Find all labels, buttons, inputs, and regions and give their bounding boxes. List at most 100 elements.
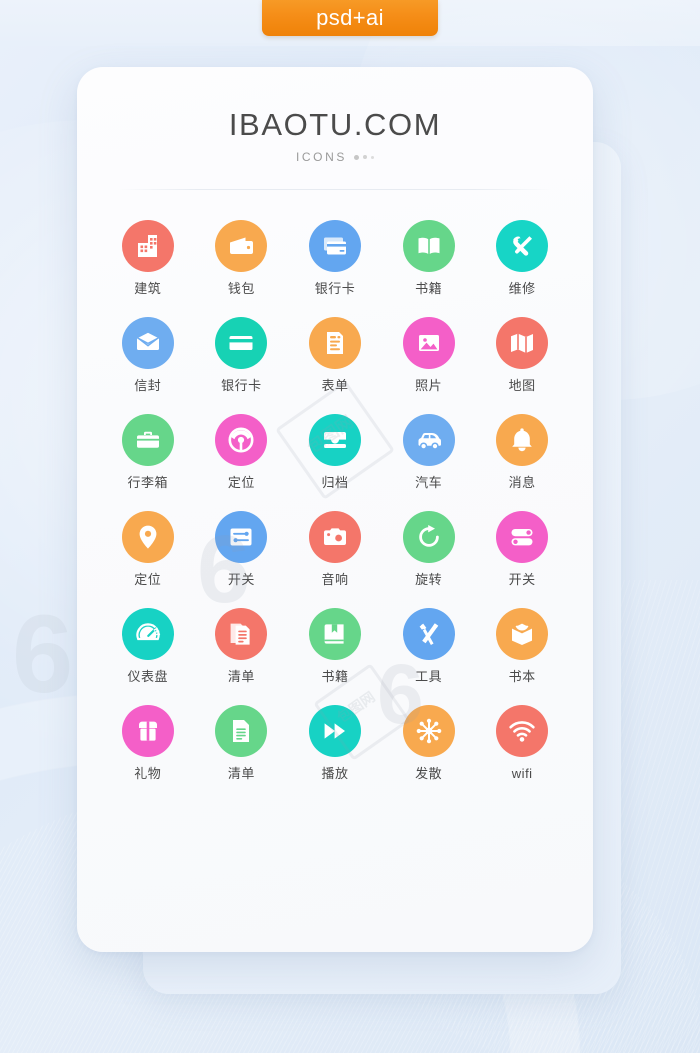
card-header: IBAOTU.COM ICONS (77, 67, 593, 163)
page-title: IBAOTU.COM (228, 107, 442, 142)
icon-label: 旋转 (415, 572, 443, 587)
icon-cell[interactable]: 定位 (195, 414, 289, 489)
icon-label: 地图 (508, 378, 536, 393)
icon-cell[interactable]: 银行卡 (288, 220, 382, 295)
icon-circle[interactable] (121, 414, 174, 466)
icon-circle[interactable] (215, 220, 268, 272)
icon-circle[interactable] (215, 608, 268, 660)
icon-cell[interactable]: 行李箱 (101, 414, 195, 489)
icon-label: 归档 (321, 475, 349, 490)
watermark-bg-mark: 6 (12, 593, 74, 716)
icon-cell[interactable]: 清单 (195, 705, 289, 780)
icon-label: 礼物 (134, 766, 162, 781)
icon-label: 书籍 (415, 281, 443, 296)
icon-circle[interactable] (121, 220, 174, 272)
icon-circle[interactable] (215, 511, 268, 563)
icon-circle[interactable] (402, 317, 455, 369)
icon-circle[interactable] (496, 220, 549, 272)
icon-cell[interactable]: 银行卡 (195, 317, 289, 392)
header-divider (118, 189, 552, 190)
icon-circle[interactable] (308, 220, 361, 272)
icon-cell[interactable]: 地图 (475, 317, 569, 392)
icon-cell[interactable]: 播放 (288, 705, 382, 780)
network-hub-icon (416, 718, 441, 744)
icon-cell[interactable]: 汽车 (382, 414, 476, 489)
icon-circle[interactable] (215, 705, 268, 757)
icon-circle[interactable] (496, 511, 549, 563)
icon-circle[interactable] (496, 414, 549, 466)
icon-label: 汽车 (415, 475, 443, 490)
icon-cell[interactable]: 消息 (475, 414, 569, 489)
icon-label: 开关 (508, 572, 536, 587)
icon-cell[interactable]: 书籍 (288, 608, 382, 683)
icon-cell[interactable]: 维修 (475, 220, 569, 295)
icon-circle[interactable] (402, 608, 455, 660)
icon-cell[interactable]: 礼物 (101, 705, 195, 780)
icon-cell[interactable]: 书本 (475, 608, 569, 683)
icon-cell[interactable]: 表单 (288, 317, 382, 392)
icon-circle[interactable] (308, 705, 361, 757)
bell-icon (512, 428, 532, 452)
map-icon (511, 333, 534, 353)
icon-circle[interactable] (402, 220, 455, 272)
steering-wheel-icon (228, 427, 254, 453)
icon-label: 银行卡 (314, 281, 356, 296)
icon-circle[interactable] (308, 317, 361, 369)
icon-cell[interactable]: wifi (475, 705, 569, 780)
icon-circle[interactable] (402, 511, 455, 563)
icon-label: 发散 (415, 766, 443, 781)
camera-icon (323, 528, 346, 545)
icon-label: 消息 (508, 475, 536, 490)
icon-circle[interactable] (215, 414, 268, 466)
icon-cell[interactable]: 旋转 (382, 511, 476, 586)
icon-cell[interactable]: 建筑 (101, 220, 195, 295)
icon-circle[interactable] (121, 511, 174, 563)
icon-cell[interactable]: 定位 (101, 511, 195, 586)
icon-label: 照片 (415, 378, 443, 393)
icon-circle[interactable] (496, 608, 549, 660)
icon-cell[interactable]: 信封 (101, 317, 195, 392)
icon-label: wifi (511, 766, 533, 781)
icon-label: 播放 (321, 766, 349, 781)
icon-circle[interactable] (308, 608, 361, 660)
icon-cell[interactable]: 开关 (475, 511, 569, 586)
icon-label: 定位 (134, 572, 162, 587)
psd-ai-badge[interactable]: psd+ai (262, 0, 438, 36)
credit-card-icon (323, 237, 346, 255)
icon-cell[interactable]: 清单 (195, 608, 289, 683)
icon-cell[interactable]: 开关 (195, 511, 289, 586)
book-cover-icon (512, 623, 533, 645)
icon-cell[interactable]: 照片 (382, 317, 476, 392)
icon-cell[interactable]: 仪表盘 (101, 608, 195, 683)
photo-icon (418, 335, 439, 351)
icon-label: 定位 (227, 475, 255, 490)
icon-circle[interactable] (215, 317, 268, 369)
icon-cell[interactable]: 音响 (288, 511, 382, 586)
envelope-icon (136, 331, 160, 350)
icon-circle[interactable] (121, 317, 174, 369)
icon-circle[interactable] (496, 317, 549, 369)
icon-circle[interactable] (308, 511, 361, 563)
icon-cell[interactable]: 钱包 (195, 220, 289, 295)
icon-label: 信封 (134, 378, 162, 393)
icon-label: 音响 (321, 572, 349, 587)
sliders-icon (230, 528, 252, 546)
wifi-icon (509, 721, 535, 742)
icon-circle[interactable] (121, 705, 174, 757)
hammer-pencil-icon (419, 623, 438, 645)
icon-circle[interactable] (496, 705, 549, 757)
icon-cell[interactable]: 工具 (382, 608, 476, 683)
icon-cell[interactable]: 发散 (382, 705, 476, 780)
icon-label: 书籍 (321, 669, 349, 684)
wallet-icon (230, 237, 254, 254)
icon-label: 工具 (415, 669, 443, 684)
icon-circle[interactable] (402, 414, 455, 466)
icon-label: 建筑 (134, 281, 162, 296)
icon-cell[interactable]: 书籍 (382, 220, 476, 295)
icon-circle[interactable] (121, 608, 174, 660)
icon-circle[interactable] (402, 705, 455, 757)
card-subtitle-row: ICONS (77, 151, 593, 163)
icon-cell[interactable]: 归档 (288, 414, 382, 489)
icon-circle[interactable] (308, 414, 361, 466)
document-icon (233, 720, 250, 742)
